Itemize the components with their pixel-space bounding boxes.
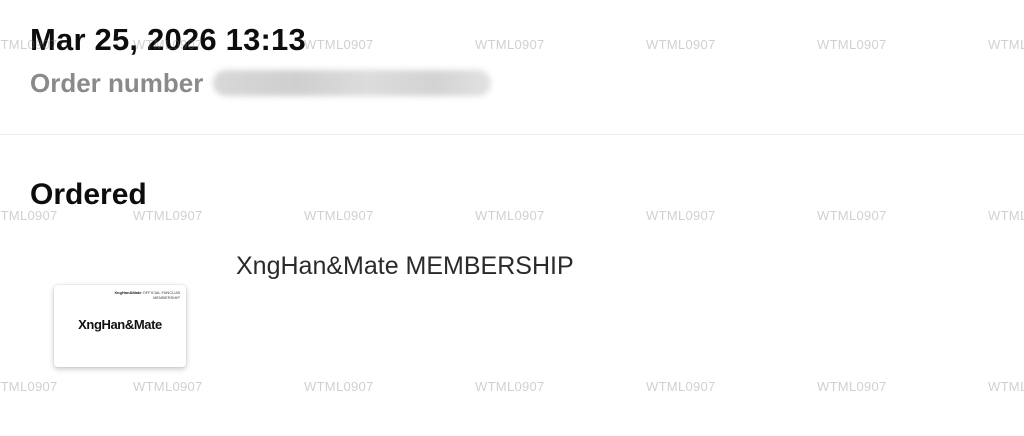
watermark-text: WTML0907 <box>817 208 887 223</box>
watermark-text: WTML0907 <box>304 379 374 394</box>
thumbnail-logo-text: XngHan&Mate <box>78 317 162 332</box>
item-thumbnail[interactable]: XngHan&Mate OFFICIAL FANCLUB MEMBERSHIP … <box>54 285 186 367</box>
section-divider <box>0 134 1024 135</box>
thumbnail-small-brand: XngHan&Mate <box>114 290 142 295</box>
order-date: Mar 25, 2026 13:13 <box>30 22 306 57</box>
watermark-text: WTML0907 <box>646 208 716 223</box>
watermark-text: WTML0907 <box>304 208 374 223</box>
watermark-text: WTML0907 <box>646 379 716 394</box>
order-number-label: Order number <box>30 68 204 98</box>
thumbnail-fine-print: XngHan&Mate OFFICIAL FANCLUB MEMBERSHIP <box>114 290 180 300</box>
order-number-value-redacted: •••••••••••••••• <box>213 70 492 96</box>
watermark-text: WTML0907 <box>988 379 1024 394</box>
ordered-section-title: Ordered <box>30 178 147 211</box>
order-number-row: Order number •••••••••••••••• <box>30 66 1010 100</box>
watermark-text: WTML0907 <box>988 208 1024 223</box>
watermark-text: WTML0907 <box>475 208 545 223</box>
watermark-text: WTML0907 <box>475 379 545 394</box>
thumbnail-small-line2: MEMBERSHIP <box>153 295 180 300</box>
ordered-item[interactable]: XngHan&Mate OFFICIAL FANCLUB MEMBERSHIP … <box>54 250 974 380</box>
watermark-text: WTML0907 <box>0 379 58 394</box>
item-name[interactable]: XngHan&Mate MEMBERSHIP <box>236 250 574 282</box>
watermark-text: WTML0907 <box>817 379 887 394</box>
order-header: Mar 25, 2026 13:13 Order number ••••••••… <box>30 20 1010 100</box>
watermark-text: WTML0907 <box>133 379 203 394</box>
